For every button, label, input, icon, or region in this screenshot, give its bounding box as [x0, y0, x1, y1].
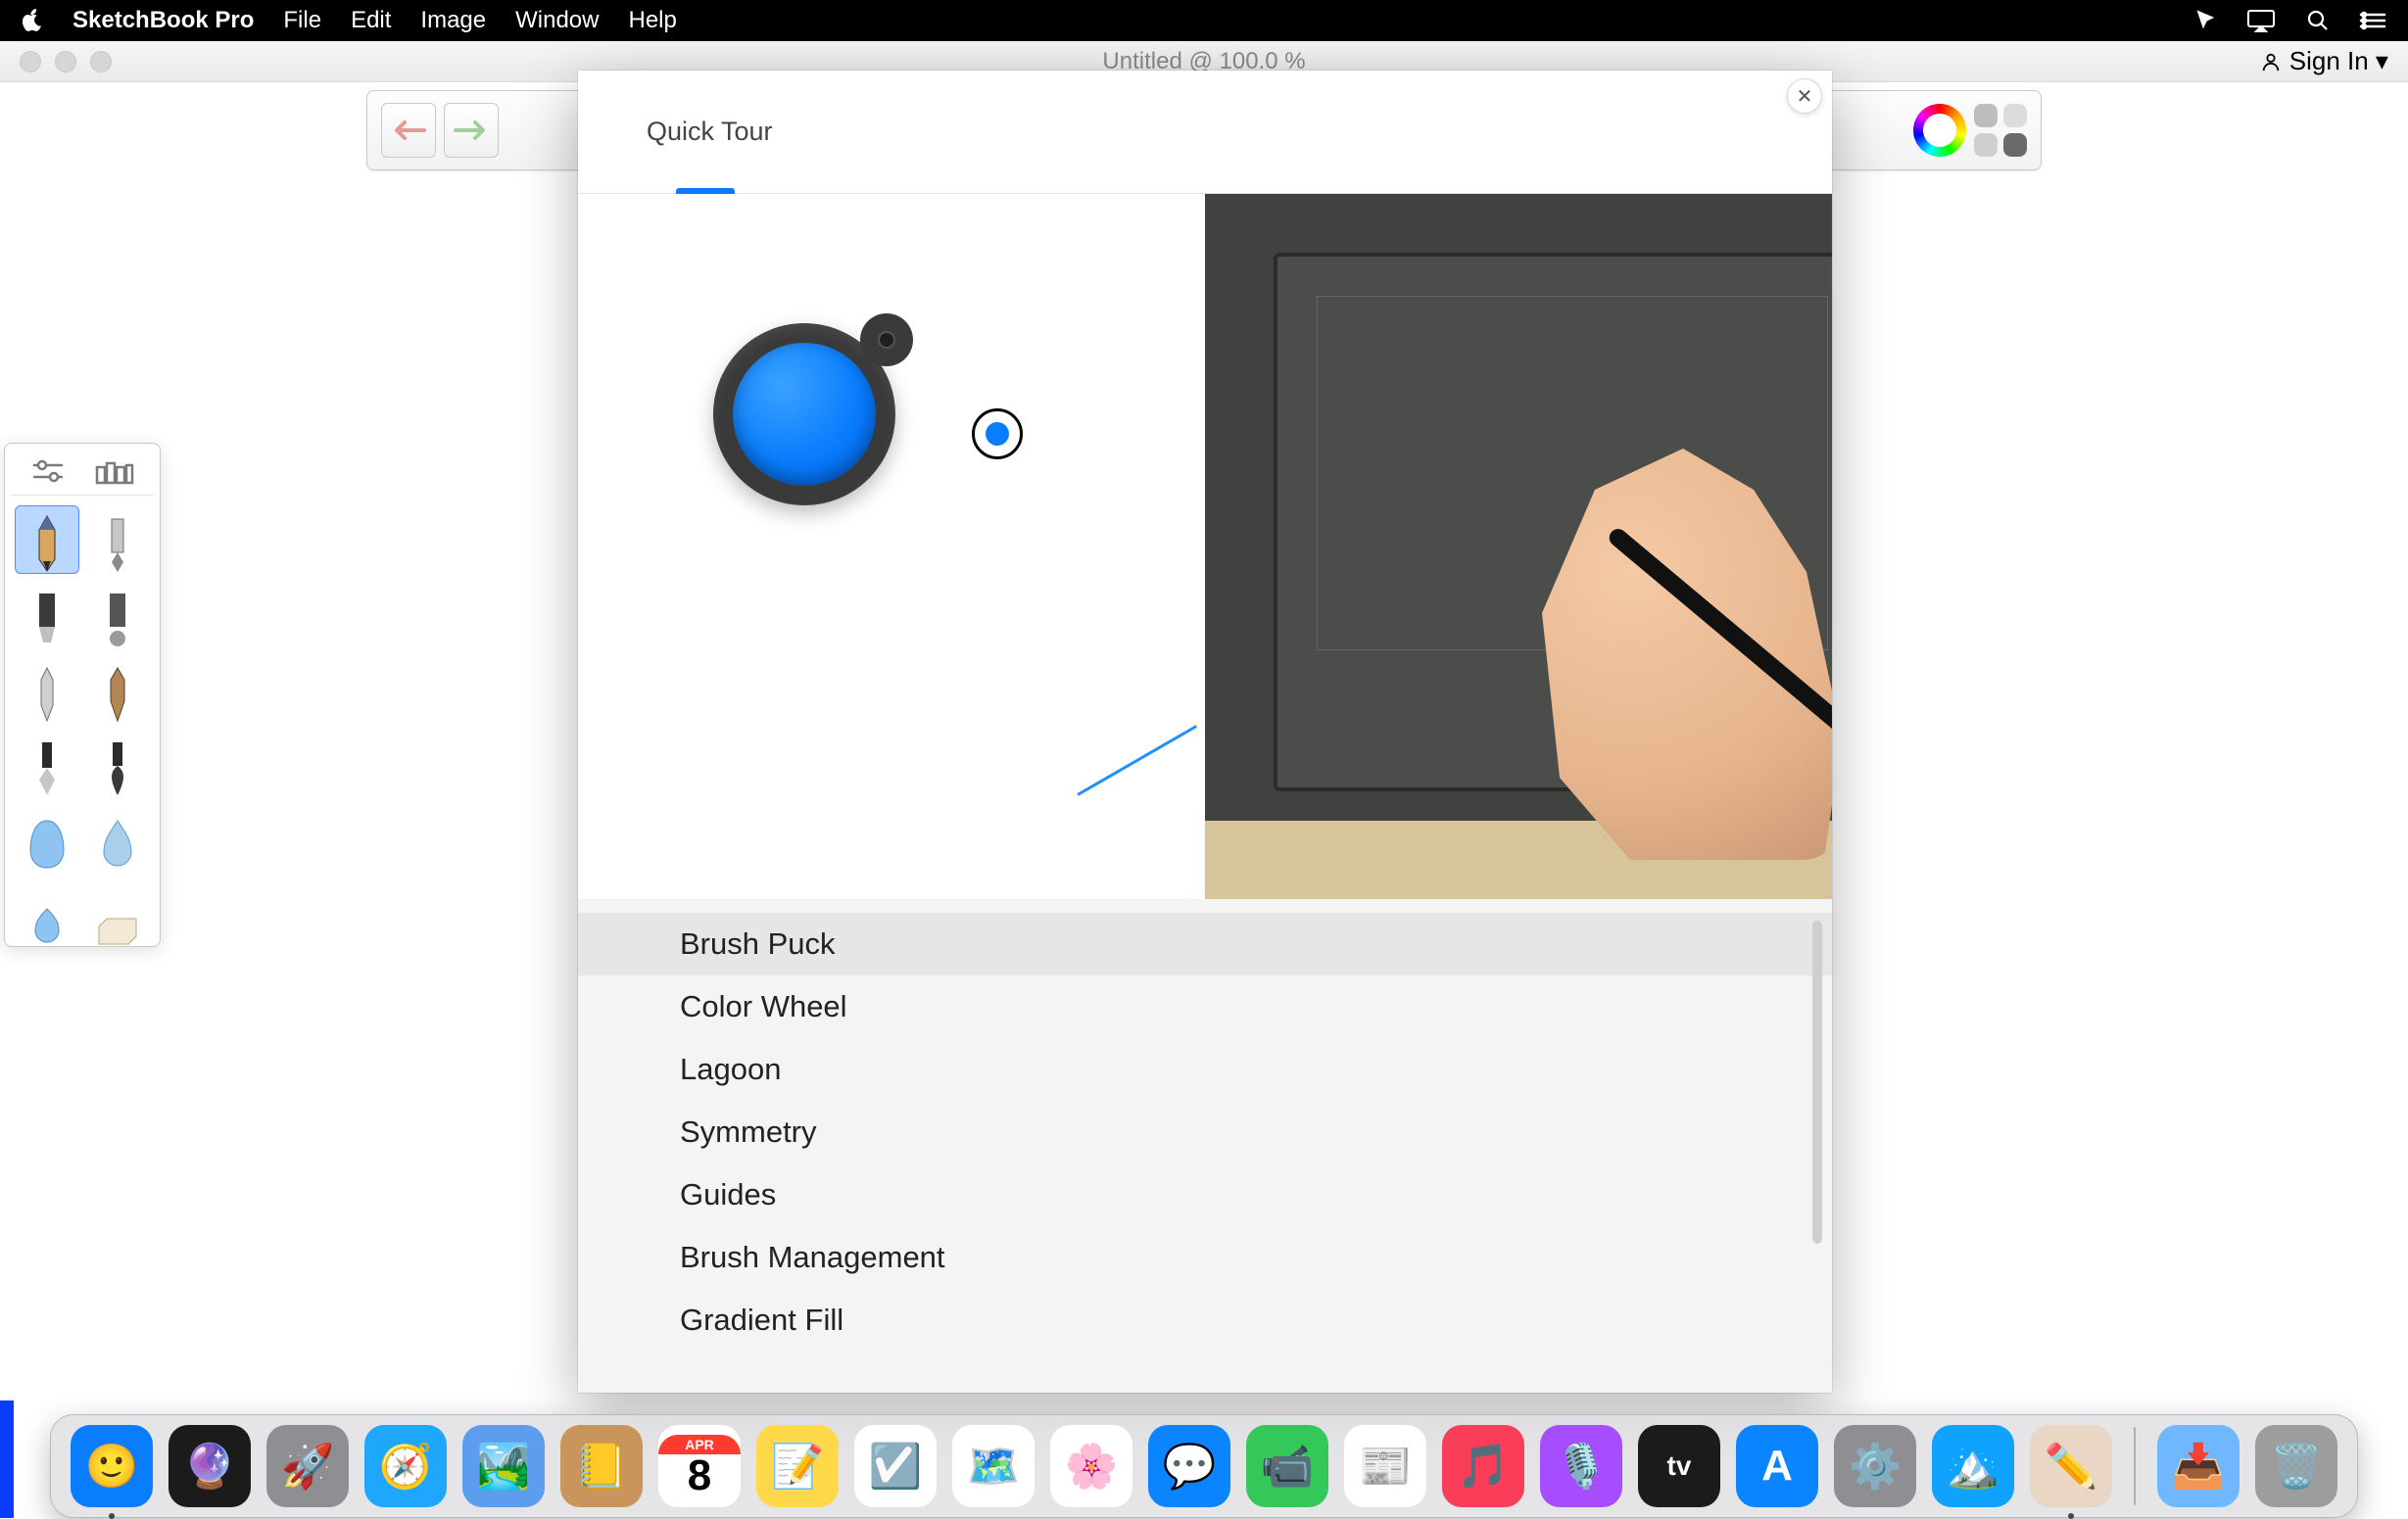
- dock-settings[interactable]: ⚙️: [1834, 1425, 1916, 1507]
- dock-music[interactable]: 🎵: [1442, 1425, 1524, 1507]
- dock-tv[interactable]: tv: [1638, 1425, 1720, 1507]
- tablet-video-still: [1205, 194, 1832, 899]
- dock-affinity[interactable]: 🏔️: [1932, 1425, 2014, 1507]
- tour-item-brush-puck[interactable]: Brush Puck: [578, 913, 1832, 975]
- brush-ink-nib[interactable]: [15, 729, 79, 797]
- tour-item-color-wheel[interactable]: Color Wheel: [578, 975, 1832, 1038]
- dock-sketchbook[interactable]: ✏️: [2030, 1425, 2112, 1507]
- stroke-line-icon: [1077, 725, 1197, 796]
- dock-messages[interactable]: 💬: [1148, 1425, 1230, 1507]
- dock-siri[interactable]: 🔮: [169, 1425, 251, 1507]
- undo-button[interactable]: [381, 103, 436, 158]
- dock-trash[interactable]: 🗑️: [2255, 1425, 2337, 1507]
- brush-preview-icon: [972, 408, 1023, 459]
- brush-brush-pen[interactable]: [85, 654, 150, 723]
- spotlight-icon[interactable]: [2306, 9, 2330, 32]
- brush-fine-pen[interactable]: [15, 654, 79, 723]
- quick-tour-preview: [578, 194, 1832, 899]
- traffic-lights[interactable]: [20, 51, 112, 72]
- puck-icon: [713, 323, 895, 505]
- dock-downloads[interactable]: 📥: [2157, 1425, 2239, 1507]
- control-center-icon[interactable]: [2359, 11, 2386, 30]
- brush-soft-round-blue[interactable]: [15, 803, 79, 872]
- sign-in-button[interactable]: Sign In ▾: [2260, 46, 2388, 76]
- menu-image[interactable]: Image: [420, 7, 486, 34]
- macos-menubar: SketchBook Pro File Edit Image Window He…: [0, 0, 2408, 41]
- menu-edit[interactable]: Edit: [351, 7, 391, 34]
- ui-layout-button[interactable]: [1974, 104, 2027, 157]
- dock-contacts[interactable]: 📒: [560, 1425, 643, 1507]
- brush-soft-eraser-blue[interactable]: [15, 878, 79, 946]
- tour-item-symmetry[interactable]: Symmetry: [578, 1101, 1832, 1163]
- brush-library-icon[interactable]: [95, 457, 134, 485]
- dock-safari[interactable]: 🧭: [364, 1425, 447, 1507]
- dock-separator: [2134, 1427, 2136, 1505]
- menu-help[interactable]: Help: [628, 7, 676, 34]
- redo-button[interactable]: [444, 103, 499, 158]
- brush-ink-brush[interactable]: [85, 729, 150, 797]
- dock-news[interactable]: 📰: [1344, 1425, 1426, 1507]
- quick-tour-modal: ✕ Quick Tour Brush PuckColor WheelLagoon…: [578, 71, 1832, 1393]
- modal-title: Quick Tour: [647, 117, 773, 147]
- dock: 🙂🔮🚀🧭🏞️📒APR8📝☑️🗺️🌸💬📹📰🎵🎙️tvA⚙️🏔️✏️ 📥🗑️: [50, 1414, 2358, 1518]
- dock-reminders[interactable]: ☑️: [854, 1425, 937, 1507]
- brush-marker-chisel[interactable]: [15, 580, 79, 648]
- brush-puck-illustration: [578, 194, 1205, 899]
- modal-header: Quick Tour: [578, 71, 1832, 194]
- apple-menu-icon[interactable]: [22, 9, 43, 32]
- brush-hard-eraser[interactable]: [85, 878, 150, 946]
- dock-facetime[interactable]: 📹: [1246, 1425, 1328, 1507]
- dock-launchpad[interactable]: 🚀: [266, 1425, 349, 1507]
- tour-item-guides[interactable]: Guides: [578, 1163, 1832, 1226]
- dock-preview[interactable]: 🏞️: [462, 1425, 545, 1507]
- brush-technical-pen[interactable]: [85, 505, 150, 574]
- minimize-window-button[interactable]: [55, 51, 76, 72]
- menu-window[interactable]: Window: [515, 7, 599, 34]
- color-wheel-button[interactable]: [1913, 104, 1966, 157]
- tour-item-lagoon[interactable]: Lagoon: [578, 1038, 1832, 1101]
- sign-in-label: Sign In ▾: [2289, 46, 2388, 76]
- dock-appstore[interactable]: A: [1736, 1425, 1818, 1507]
- dock-calendar[interactable]: APR8: [658, 1425, 741, 1507]
- cursor-status-icon[interactable]: [2194, 9, 2218, 32]
- tour-topic-list: Brush PuckColor WheelLagoonSymmetryGuide…: [578, 899, 1832, 1393]
- brush-properties-icon[interactable]: [30, 457, 66, 485]
- screen-mirroring-icon[interactable]: [2247, 9, 2277, 32]
- brush-water-drop[interactable]: [85, 803, 150, 872]
- zoom-window-button[interactable]: [90, 51, 112, 72]
- dock-notes[interactable]: 📝: [756, 1425, 839, 1507]
- close-window-button[interactable]: [20, 51, 41, 72]
- brush-palette: [4, 443, 161, 947]
- dock-maps[interactable]: 🗺️: [952, 1425, 1035, 1507]
- tour-item-brush-management[interactable]: Brush Management: [578, 1226, 1832, 1289]
- dock-podcasts[interactable]: 🎙️: [1540, 1425, 1622, 1507]
- brush-marker-soft[interactable]: [85, 580, 150, 648]
- dock-area: 🙂🔮🚀🧭🏞️📒APR8📝☑️🗺️🌸💬📹📰🎵🎙️tvA⚙️🏔️✏️ 📥🗑️: [0, 1404, 2408, 1518]
- dock-photos[interactable]: 🌸: [1050, 1425, 1132, 1507]
- app-menu[interactable]: SketchBook Pro: [72, 7, 254, 34]
- brush-pencil[interactable]: [15, 505, 79, 574]
- tour-item-gradient-fill[interactable]: Gradient Fill: [578, 1289, 1832, 1352]
- dock-finder[interactable]: 🙂: [71, 1425, 153, 1507]
- menu-file[interactable]: File: [283, 7, 321, 34]
- scrollbar[interactable]: [1812, 921, 1822, 1244]
